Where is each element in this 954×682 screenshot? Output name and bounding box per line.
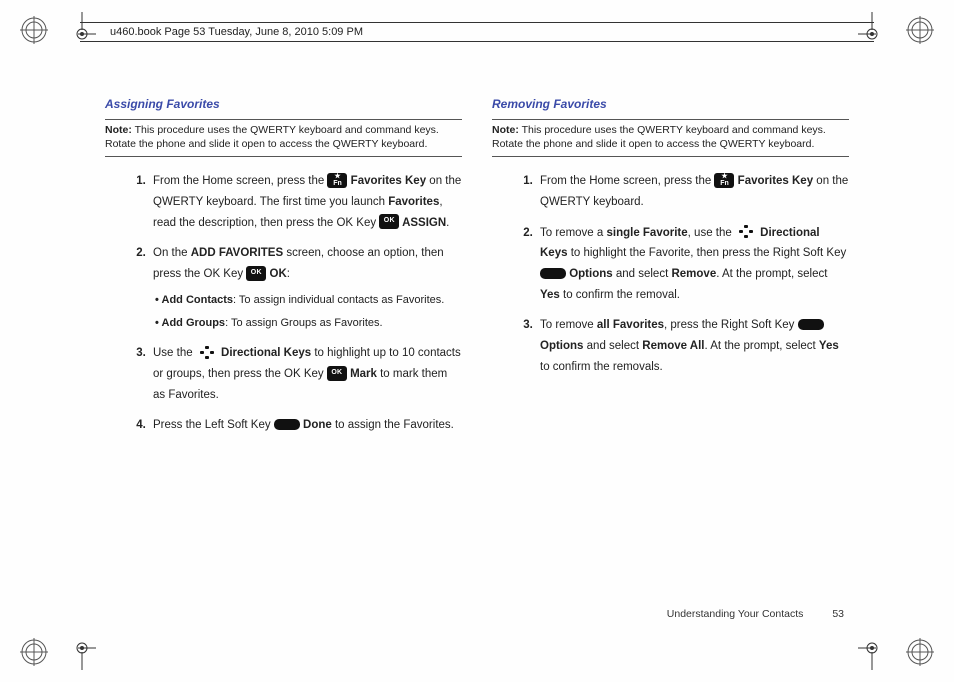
note-box: Note: This procedure uses the QWERTY key… — [105, 119, 462, 157]
note-box: Note: This procedure uses the QWERTY key… — [492, 119, 849, 157]
step-1: From the Home screen, press the ★Fn Favo… — [536, 171, 849, 212]
crop-header-text: u460.book Page 53 Tuesday, June 8, 2010 … — [110, 26, 363, 38]
favorites-key-icon: ★Fn — [714, 173, 734, 188]
right-soft-key-icon — [540, 268, 566, 279]
right-column: Removing Favorites Note: This procedure … — [492, 95, 849, 446]
registration-mark-icon — [20, 638, 48, 666]
bullet-add-groups: Add Groups: To assign Groups as Favorite… — [155, 314, 462, 334]
ok-key-icon: OK — [379, 214, 399, 229]
step-2: To remove a single Favorite, use the Dir… — [536, 223, 849, 306]
ok-key-icon: OK — [246, 266, 266, 281]
section-title-removing: Removing Favorites — [492, 95, 849, 113]
crop-mark-icon — [858, 642, 886, 670]
directional-keys-icon — [196, 345, 218, 360]
page-body: Assigning Favorites Note: This procedure… — [105, 95, 849, 592]
directional-keys-icon — [735, 224, 757, 239]
note-text: This procedure uses the QWERTY keyboard … — [105, 124, 439, 150]
note-label: Note: — [492, 124, 519, 136]
left-column: Assigning Favorites Note: This procedure… — [105, 95, 462, 446]
note-label: Note: — [105, 124, 132, 136]
registration-mark-icon — [906, 638, 934, 666]
favorites-key-icon: ★Fn — [327, 173, 347, 188]
registration-mark-icon — [20, 16, 48, 44]
note-text: This procedure uses the QWERTY keyboard … — [492, 124, 826, 150]
footer-page-number: 53 — [832, 608, 844, 620]
crop-mark-icon — [68, 642, 96, 670]
step-2: On the ADD FAVORITES screen, choose an o… — [149, 243, 462, 333]
ok-key-icon: OK — [327, 366, 347, 381]
section-title-assigning: Assigning Favorites — [105, 95, 462, 113]
step-4: Press the Left Soft Key Done to assign t… — [149, 415, 462, 436]
registration-mark-icon — [906, 16, 934, 44]
step-3: Use the Directional Keys to highlight up… — [149, 343, 462, 405]
crop-header: u460.book Page 53 Tuesday, June 8, 2010 … — [80, 22, 874, 42]
page-footer: Understanding Your Contacts 53 — [667, 608, 844, 620]
step-3: To remove all Favorites, press the Right… — [536, 315, 849, 377]
footer-chapter: Understanding Your Contacts — [667, 608, 804, 620]
step-1: From the Home screen, press the ★Fn Favo… — [149, 171, 462, 233]
left-soft-key-icon — [274, 419, 300, 430]
right-soft-key-icon — [798, 319, 824, 330]
bullet-add-contacts: Add Contacts: To assign individual conta… — [155, 291, 462, 311]
